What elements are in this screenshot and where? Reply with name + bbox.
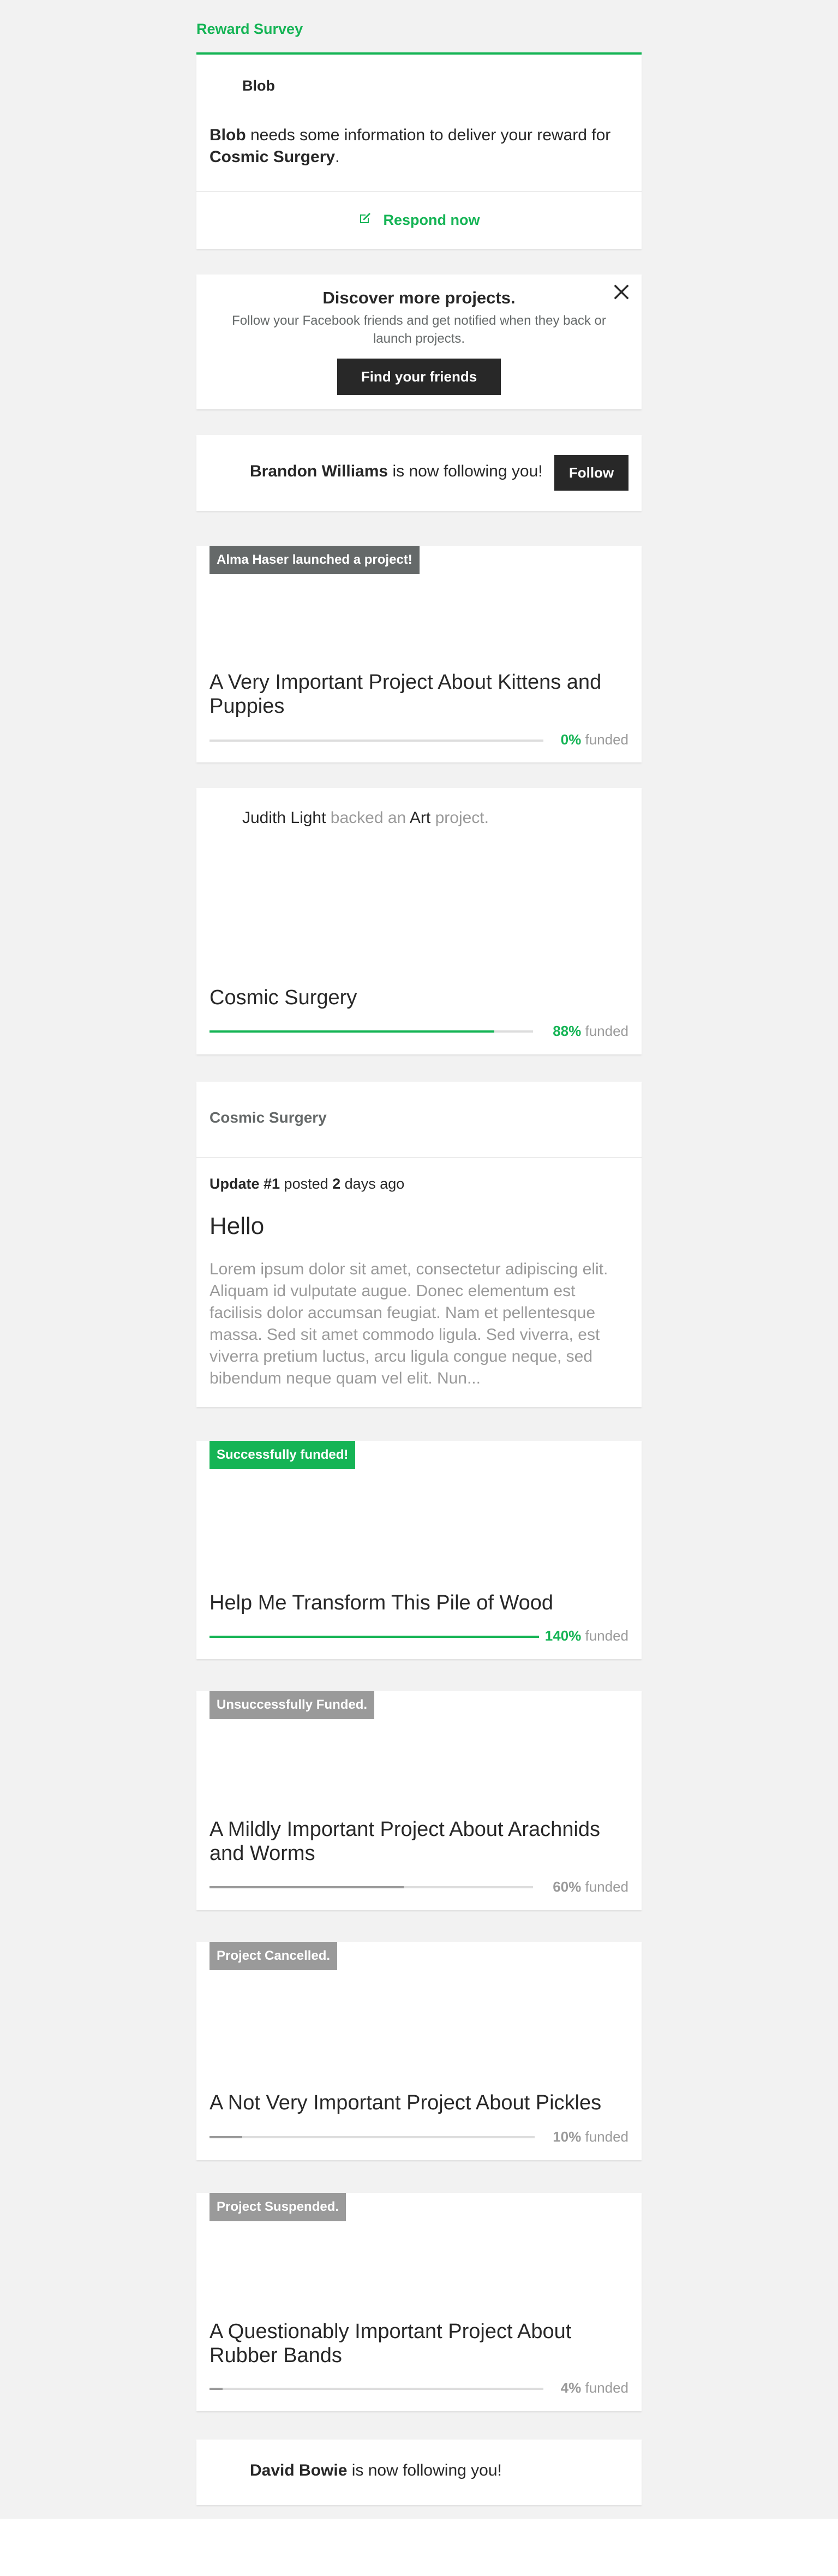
page-footer-area xyxy=(0,2519,838,2576)
funded-label: funded xyxy=(581,1023,628,1039)
funded-label: funded xyxy=(581,1879,628,1895)
activity-feed: Reward Survey Blob Blob needs some infor… xyxy=(196,0,642,2521)
funded-status: 10% funded xyxy=(553,2128,628,2145)
respond-now-button[interactable]: Respond now xyxy=(196,201,642,239)
progress-bar xyxy=(210,740,543,742)
success-badge: Successfully funded! xyxy=(210,1441,356,1469)
find-friends-button[interactable]: Find your friends xyxy=(337,359,501,395)
progress-fill xyxy=(210,1636,539,1638)
funded-status: 4% funded xyxy=(561,2380,628,2396)
project-update-card[interactable]: Cosmic Surgery Update #1 posted 2 days a… xyxy=(196,1082,642,1407)
progress-fill xyxy=(210,1030,494,1033)
category-link[interactable]: Art xyxy=(410,809,430,827)
project-suspended-card[interactable]: Project Suspended. A Questionably Import… xyxy=(196,2193,642,2411)
update-days: 2 xyxy=(332,1176,341,1192)
progress-bar xyxy=(210,1886,533,1888)
close-icon[interactable] xyxy=(611,282,632,302)
respond-now-label: Respond now xyxy=(383,211,480,228)
follower-name[interactable]: David Bowie xyxy=(250,2461,347,2479)
progress-bar xyxy=(210,1030,533,1033)
funded-status: 60% funded xyxy=(553,1879,628,1895)
divider xyxy=(196,1157,642,1158)
project-cancelled-card[interactable]: Project Cancelled. A Not Very Important … xyxy=(196,1942,642,2160)
funded-status: 0% funded xyxy=(561,731,628,748)
project-title[interactable]: Help Me Transform This Pile of Wood xyxy=(210,1591,613,1615)
progress-fill xyxy=(210,2388,223,2390)
reward-creator-name[interactable]: Blob xyxy=(210,126,246,144)
follower-message: David Bowie is now following you! xyxy=(250,2461,502,2480)
project-launch-card[interactable]: Alma Haser launched a project! A Very Im… xyxy=(196,546,642,762)
project-title[interactable]: A Mildly Important Project About Arachni… xyxy=(210,1817,613,1865)
update-project-name[interactable]: Cosmic Surgery xyxy=(210,1109,327,1126)
update-meta: Update #1 posted 2 days ago xyxy=(210,1176,404,1192)
project-success-card[interactable]: Successfully funded! Help Me Transform T… xyxy=(196,1441,642,1659)
funded-percent: 0% xyxy=(560,731,582,748)
backer-name[interactable]: Judith Light xyxy=(242,809,326,827)
progress-fill xyxy=(210,2136,242,2138)
divider xyxy=(196,191,642,192)
funded-status: 88% funded xyxy=(553,1023,628,1040)
progress-bar xyxy=(210,2388,543,2390)
follower-text: is now following you! xyxy=(388,462,543,480)
reward-sender-name[interactable]: Blob xyxy=(242,77,275,94)
reward-project-name[interactable]: Cosmic Surgery xyxy=(210,148,335,166)
backing-activity-card[interactable]: Judith Light backed an Art project. Cosm… xyxy=(196,788,642,1054)
discover-title: Discover more projects. xyxy=(322,288,516,307)
reward-message: Blob needs some information to deliver y… xyxy=(210,124,628,168)
project-title[interactable]: Cosmic Surgery xyxy=(210,986,613,1010)
backing-text: backed an xyxy=(326,809,410,827)
discover-card: Discover more projects. Follow your Face… xyxy=(196,275,642,409)
follower-card: David Bowie is now following you! xyxy=(196,2440,642,2505)
funded-percent: 10% xyxy=(553,2128,582,2145)
reward-survey-card: Blob Blob needs some information to deli… xyxy=(196,55,642,249)
edit-icon xyxy=(358,212,372,229)
funded-label: funded xyxy=(581,2380,628,2396)
reward-message-end: . xyxy=(335,148,340,166)
update-number: Update #1 xyxy=(210,1176,280,1192)
funded-label: funded xyxy=(581,1627,628,1644)
project-title[interactable]: A Questionably Important Project About R… xyxy=(210,2319,613,2368)
funded-percent: 88% xyxy=(553,1023,582,1039)
suspended-badge: Project Suspended. xyxy=(210,2193,346,2221)
funded-percent: 60% xyxy=(553,1879,582,1895)
reward-message-text: needs some information to deliver your r… xyxy=(246,126,611,144)
follower-text: is now following you! xyxy=(347,2461,502,2479)
reward-survey-heading: Reward Survey xyxy=(196,21,303,37)
launch-badge: Alma Haser launched a project! xyxy=(210,546,420,574)
unsuccessful-badge: Unsuccessfully Funded. xyxy=(210,1691,375,1719)
update-posted-text: posted xyxy=(280,1176,333,1192)
funded-percent: 4% xyxy=(560,2380,582,2396)
funded-percent: 140% xyxy=(544,1627,582,1644)
update-body: Lorem ipsum dolor sit amet, consectetur … xyxy=(210,1260,608,1387)
backing-activity-text: Judith Light backed an Art project. xyxy=(242,809,489,827)
progress-fill xyxy=(210,1886,404,1888)
project-title[interactable]: A Not Very Important Project About Pickl… xyxy=(210,2091,613,2115)
follower-card: Brandon Williams is now following you! F… xyxy=(196,435,642,511)
backing-text-end: project. xyxy=(430,809,489,827)
funded-label: funded xyxy=(581,2128,628,2145)
funded-label: funded xyxy=(581,731,628,748)
project-unsuccessful-card[interactable]: Unsuccessfully Funded. A Mildly Importan… xyxy=(196,1691,642,1910)
discover-subtitle: Follow your Facebook friends and get not… xyxy=(232,313,606,346)
follower-message: Brandon Williams is now following you! xyxy=(250,462,543,481)
progress-bar xyxy=(210,1636,539,1638)
progress-bar xyxy=(210,2136,535,2138)
follower-name[interactable]: Brandon Williams xyxy=(250,462,388,480)
follow-button[interactable]: Follow xyxy=(554,455,628,491)
project-title[interactable]: A Very Important Project About Kittens a… xyxy=(210,670,613,718)
update-ago-text: days ago xyxy=(340,1176,405,1192)
update-title[interactable]: Hello xyxy=(210,1213,264,1240)
cancelled-badge: Project Cancelled. xyxy=(210,1942,338,1970)
funded-status: 140% funded xyxy=(545,1627,628,1644)
